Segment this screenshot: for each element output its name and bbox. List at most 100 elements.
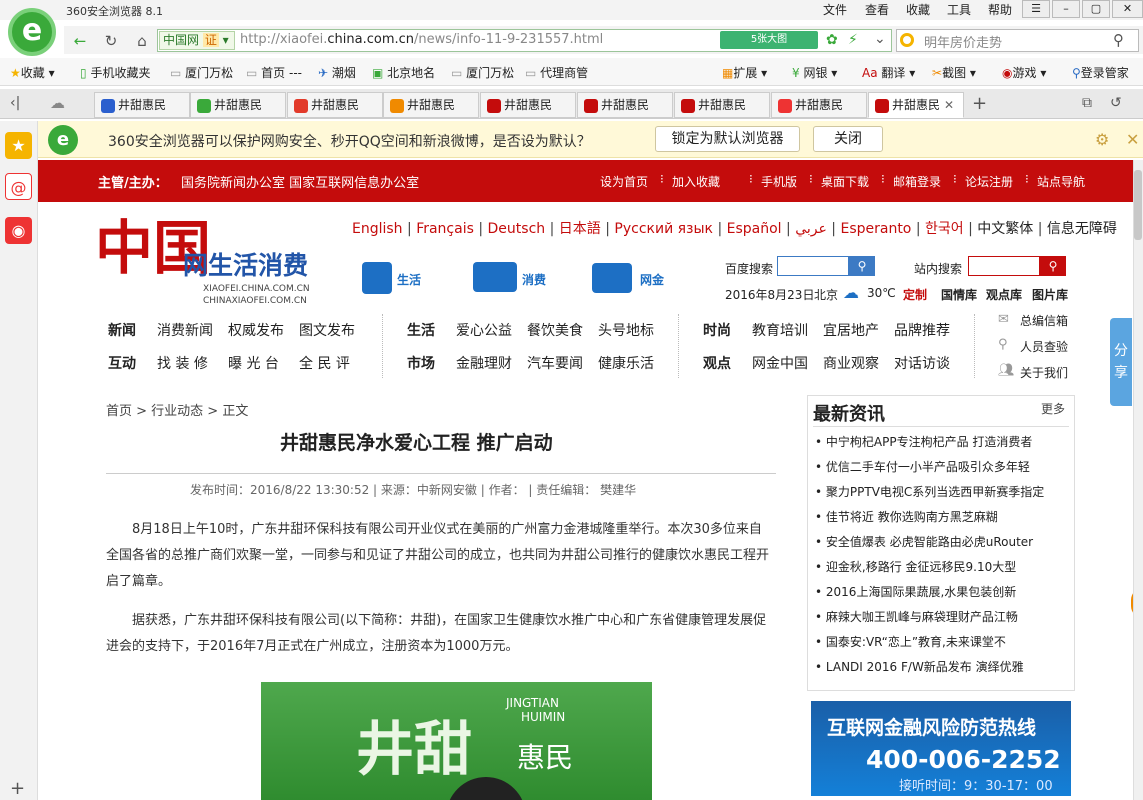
cloud-icon[interactable]: ☁: [50, 94, 65, 112]
baidu-search-button[interactable]: ⚲: [849, 256, 875, 276]
nav-link[interactable]: 市场: [407, 353, 435, 373]
menu-favorites[interactable]: 收藏: [906, 1, 930, 18]
news-item[interactable]: • 优信二手车付一小半产品吸引众多年轻: [815, 458, 1065, 475]
menu-file[interactable]: 文件: [823, 1, 847, 18]
fav-star[interactable]: ★收藏 ▾: [10, 64, 55, 81]
search-engine-icon[interactable]: [900, 33, 914, 47]
cert-badge[interactable]: 中国网 证 ▾: [159, 31, 235, 50]
menu-help[interactable]: 帮助: [988, 1, 1012, 18]
topbar-link[interactable]: 设为首页: [600, 173, 648, 190]
custom-link[interactable]: 定制: [903, 286, 927, 303]
skin-icon[interactable]: ☰: [1022, 0, 1050, 18]
fav-xiamen2[interactable]: ▭ 厦门万松: [451, 64, 514, 81]
news-item[interactable]: • LANDI 2016 F/W新品发布 演绎优雅: [815, 658, 1065, 675]
lib-guandian[interactable]: 观点库: [986, 286, 1022, 303]
site-logo[interactable]: 中国 网生活消费 XIAOFEI.CHINA.COM.CN CHINAXIAOF…: [95, 216, 325, 308]
tab-4[interactable]: 井甜惠民: [383, 92, 479, 118]
scrollbar[interactable]: [1133, 160, 1143, 800]
sync-icon[interactable]: ✿: [826, 32, 838, 48]
news-item[interactable]: • 麻辣大咖王凯峰与麻袋理财产品江畅: [815, 608, 1065, 625]
scrollbar-thumb[interactable]: [1134, 170, 1142, 240]
browser-logo-icon[interactable]: e: [8, 8, 56, 56]
news-item[interactable]: • 迎金秋,移路行 金征远移民9.10大型: [815, 558, 1065, 575]
news-item[interactable]: • 国泰安:VR“恋上”教育,未来课堂不: [815, 633, 1065, 650]
fav-chaoyan[interactable]: ✈ 潮烟: [318, 64, 356, 81]
nav-link[interactable]: 生活: [407, 320, 435, 340]
site-search-button[interactable]: ⚲: [1040, 256, 1066, 276]
side-link-check[interactable]: 人员查验: [1020, 338, 1068, 355]
fav-home[interactable]: ▭ 首页 ---: [246, 64, 302, 81]
settings-gear-icon[interactable]: ⚙: [1095, 130, 1109, 149]
tab-7[interactable]: 井甜惠民: [674, 92, 770, 118]
set-default-button[interactable]: 锁定为默认浏览器: [655, 126, 800, 152]
nav-link[interactable]: 观点: [703, 353, 731, 373]
search-icon[interactable]: ⚲: [1113, 31, 1124, 49]
close-window-icon[interactable]: ✕: [1112, 0, 1143, 18]
menu-tools[interactable]: 工具: [947, 1, 971, 18]
side-link-editor[interactable]: 总编信箱: [1020, 312, 1068, 329]
nav-link[interactable]: 全 民 评: [299, 353, 350, 373]
lib-tupian[interactable]: 图片库: [1032, 286, 1068, 303]
nav-link[interactable]: 餐饮美食: [527, 320, 583, 340]
notice-close-button[interactable]: 关闭: [813, 126, 883, 152]
fav-xiamen1[interactable]: ▭ 厦门万松: [170, 64, 233, 81]
tab-2[interactable]: 井甜惠民: [190, 92, 286, 118]
lib-guoqing[interactable]: 国情库: [941, 286, 977, 303]
undo-close-icon[interactable]: ↺: [1110, 95, 1122, 111]
login-manager-button[interactable]: ⚲登录管家: [1072, 64, 1129, 81]
hotline-banner[interactable]: 互联网金融风险防范热线 400-006-2252 接听时间：9：30-17：00: [811, 701, 1071, 796]
url-text[interactable]: http://xiaofei.china.com.cn/news/info-11…: [240, 32, 603, 47]
tab-9[interactable]: 井甜惠民 ✕: [868, 92, 964, 118]
add-sidebar-icon[interactable]: +: [10, 778, 25, 799]
speed-icon[interactable]: ⚡: [848, 32, 858, 48]
language-link[interactable]: 信息无障碍: [1047, 221, 1117, 237]
side-link-about[interactable]: 关于我们: [1020, 364, 1068, 381]
language-link[interactable]: 中文繁体: [977, 221, 1033, 237]
channel-life[interactable]: 生活: [397, 271, 421, 288]
weibo-icon[interactable]: ◉: [5, 217, 32, 244]
language-link[interactable]: 한국어: [925, 221, 964, 237]
nav-link[interactable]: 教育培训: [752, 320, 808, 340]
nav-link[interactable]: 消费新闻: [157, 320, 213, 340]
nav-link[interactable]: 商业观察: [823, 353, 879, 373]
back-icon[interactable]: ←: [68, 30, 92, 52]
nav-link[interactable]: 找 装 修: [157, 353, 208, 373]
news-item[interactable]: • 佳节将近 教你选购南方黑芝麻糊: [815, 508, 1065, 525]
nav-link[interactable]: 互动: [108, 353, 136, 373]
language-link[interactable]: Русский язык: [614, 221, 713, 237]
tab-8[interactable]: 井甜惠民: [771, 92, 867, 118]
topbar-link[interactable]: 论坛注册: [965, 173, 1013, 190]
tab-scroll-left-icon[interactable]: ‹|: [10, 95, 20, 111]
share-button[interactable]: 分享: [1110, 318, 1132, 406]
fav-beijing[interactable]: ▣ 北京地名: [372, 64, 435, 81]
mail-icon[interactable]: @: [5, 173, 32, 200]
new-tab-icon[interactable]: +: [972, 93, 987, 114]
nav-link[interactable]: 健康乐活: [598, 353, 654, 373]
close-notice-icon[interactable]: ✕: [1126, 130, 1139, 149]
minimize-icon[interactable]: –: [1052, 0, 1080, 18]
nav-link[interactable]: 宜居地产: [823, 320, 879, 340]
channel-finance[interactable]: 网金: [640, 271, 664, 288]
restore-tab-icon[interactable]: ⧉: [1082, 95, 1092, 111]
site-search-input[interactable]: [968, 256, 1040, 276]
nav-link[interactable]: 对话访谈: [894, 353, 950, 373]
nav-link[interactable]: 曝 光 台: [228, 353, 279, 373]
language-link[interactable]: English: [352, 221, 403, 237]
language-link[interactable]: Esperanto: [840, 221, 911, 237]
game-button[interactable]: ◉游戏 ▾: [1002, 64, 1046, 81]
topbar-link[interactable]: 桌面下载: [821, 173, 869, 190]
news-item[interactable]: • 聚力PPTV电视C系列当选西甲新赛季指定: [815, 483, 1065, 500]
topbar-link[interactable]: 手机版: [761, 173, 797, 190]
nav-link[interactable]: 金融理财: [456, 353, 512, 373]
breadcrumb[interactable]: 首页 > 行业动态 > 正文: [106, 400, 248, 419]
channel-consume[interactable]: 消费: [522, 271, 546, 288]
language-link[interactable]: عربي: [795, 221, 827, 237]
nav-link[interactable]: 图文发布: [299, 320, 355, 340]
nav-link[interactable]: 汽车要闻: [527, 353, 583, 373]
language-link[interactable]: Français: [416, 221, 474, 237]
nav-link[interactable]: 品牌推荐: [894, 320, 950, 340]
refresh-icon[interactable]: ↻: [99, 30, 123, 52]
topbar-link[interactable]: 邮箱登录: [893, 173, 941, 190]
tab-1[interactable]: 井甜惠民: [94, 92, 190, 118]
nav-link[interactable]: 爱心公益: [456, 320, 512, 340]
